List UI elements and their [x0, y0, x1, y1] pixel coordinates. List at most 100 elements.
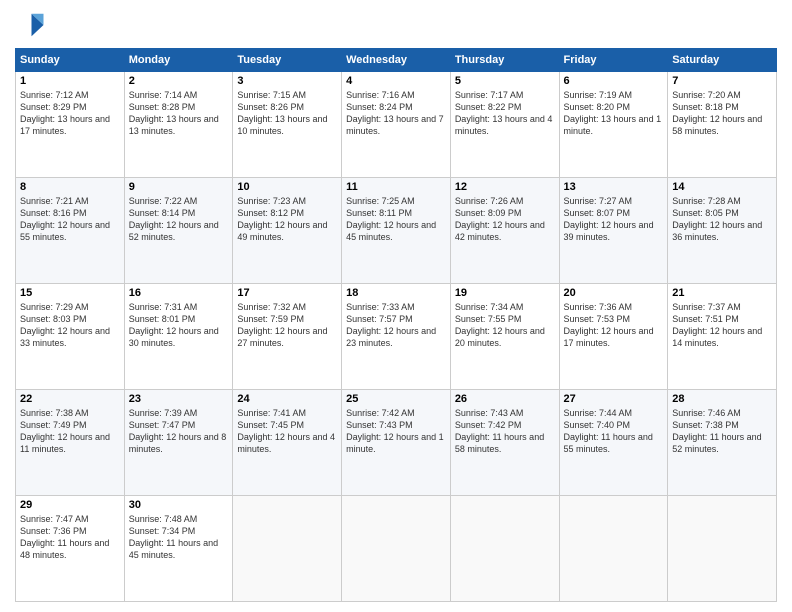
day-number: 3 [237, 75, 337, 87]
day-info: Sunrise: 7:39 AMSunset: 7:47 PMDaylight:… [129, 407, 229, 456]
day-number: 8 [20, 181, 120, 193]
calendar-week-row: 8 Sunrise: 7:21 AMSunset: 8:16 PMDaylight… [16, 178, 777, 284]
day-info: Sunrise: 7:19 AMSunset: 8:20 PMDaylight:… [564, 89, 664, 138]
day-info: Sunrise: 7:46 AMSunset: 7:38 PMDaylight:… [672, 407, 772, 456]
calendar-day-cell: 4Sunrise: 7:16 AMSunset: 8:24 PMDaylight… [342, 72, 451, 178]
calendar-day-cell: 24 Sunrise: 7:41 AMSunset: 7:45 PMDayligh… [233, 390, 342, 496]
calendar-day-cell: 22 Sunrise: 7:38 AMSunset: 7:49 PMDayligh… [16, 390, 125, 496]
calendar-table: SundayMondayTuesdayWednesdayThursdayFrid… [15, 48, 777, 602]
day-header: Saturday [668, 49, 777, 72]
calendar-day-cell: 12 Sunrise: 7:26 AMSunset: 8:09 PMDayligh… [450, 178, 559, 284]
day-number: 6 [564, 75, 664, 87]
day-info: Sunrise: 7:32 AMSunset: 7:59 PMDaylight:… [237, 301, 337, 350]
calendar-day-cell [668, 496, 777, 602]
day-header: Thursday [450, 49, 559, 72]
calendar-day-cell: 11Sunrise: 7:25 AMSunset: 8:11 PMDayligh… [342, 178, 451, 284]
day-number: 19 [455, 287, 555, 299]
day-info: Sunrise: 7:26 AMSunset: 8:09 PMDaylight:… [455, 195, 555, 244]
calendar-day-cell: 1 Sunrise: 7:12 AMSunset: 8:29 PMDaylight… [16, 72, 125, 178]
day-number: 30 [129, 499, 229, 511]
calendar-day-cell: 30 Sunrise: 7:48 AMSunset: 7:34 PMDayligh… [124, 496, 233, 602]
calendar-week-row: 22 Sunrise: 7:38 AMSunset: 7:49 PMDayligh… [16, 390, 777, 496]
calendar-day-cell: 27Sunrise: 7:44 AMSunset: 7:40 PMDayligh… [559, 390, 668, 496]
calendar-day-cell: 17 Sunrise: 7:32 AMSunset: 7:59 PMDayligh… [233, 284, 342, 390]
day-header: Monday [124, 49, 233, 72]
day-info: Sunrise: 7:25 AMSunset: 8:11 PMDaylight:… [346, 195, 446, 244]
day-number: 29 [20, 499, 120, 511]
day-info: Sunrise: 7:42 AMSunset: 7:43 PMDaylight:… [346, 407, 446, 456]
day-info: Sunrise: 7:23 AMSunset: 8:12 PMDaylight:… [237, 195, 337, 244]
day-info: Sunrise: 7:22 AMSunset: 8:14 PMDaylight:… [129, 195, 229, 244]
day-number: 5 [455, 75, 555, 87]
calendar-header-row: SundayMondayTuesdayWednesdayThursdayFrid… [16, 49, 777, 72]
calendar-day-cell: 28 Sunrise: 7:46 AMSunset: 7:38 PMDayligh… [668, 390, 777, 496]
day-info: Sunrise: 7:36 AMSunset: 7:53 PMDaylight:… [564, 301, 664, 350]
day-header: Tuesday [233, 49, 342, 72]
calendar-day-cell: 18 Sunrise: 7:33 AMSunset: 7:57 PMDayligh… [342, 284, 451, 390]
day-info: Sunrise: 7:43 AMSunset: 7:42 PMDaylight:… [455, 407, 555, 456]
day-info: Sunrise: 7:12 AMSunset: 8:29 PMDaylight:… [20, 89, 120, 138]
day-number: 17 [237, 287, 337, 299]
calendar-day-cell [342, 496, 451, 602]
calendar-day-cell: 29 Sunrise: 7:47 AMSunset: 7:36 PMDayligh… [16, 496, 125, 602]
day-number: 2 [129, 75, 229, 87]
calendar-day-cell [450, 496, 559, 602]
calendar-day-cell: 21 Sunrise: 7:37 AMSunset: 7:51 PMDayligh… [668, 284, 777, 390]
day-number: 23 [129, 393, 229, 405]
day-info: Sunrise: 7:17 AMSunset: 8:22 PMDaylight:… [455, 89, 555, 138]
day-info: Sunrise: 7:38 AMSunset: 7:49 PMDaylight:… [20, 407, 120, 456]
calendar-day-cell: 8 Sunrise: 7:21 AMSunset: 8:16 PMDaylight… [16, 178, 125, 284]
day-number: 24 [237, 393, 337, 405]
day-number: 12 [455, 181, 555, 193]
calendar-day-cell: 20 Sunrise: 7:36 AMSunset: 7:53 PMDayligh… [559, 284, 668, 390]
day-info: Sunrise: 7:34 AMSunset: 7:55 PMDaylight:… [455, 301, 555, 350]
day-info: Sunrise: 7:29 AMSunset: 8:03 PMDaylight:… [20, 301, 120, 350]
calendar-day-cell: 5 Sunrise: 7:17 AMSunset: 8:22 PMDaylight… [450, 72, 559, 178]
logo-icon [15, 10, 45, 40]
calendar-day-cell: 13Sunrise: 7:27 AMSunset: 8:07 PMDayligh… [559, 178, 668, 284]
day-number: 28 [672, 393, 772, 405]
day-info: Sunrise: 7:15 AMSunset: 8:26 PMDaylight:… [237, 89, 337, 138]
calendar-day-cell [233, 496, 342, 602]
day-number: 16 [129, 287, 229, 299]
calendar-week-row: 15Sunrise: 7:29 AMSunset: 8:03 PMDayligh… [16, 284, 777, 390]
day-info: Sunrise: 7:33 AMSunset: 7:57 PMDaylight:… [346, 301, 446, 350]
day-number: 21 [672, 287, 772, 299]
calendar-day-cell [559, 496, 668, 602]
calendar-day-cell: 25 Sunrise: 7:42 AMSunset: 7:43 PMDayligh… [342, 390, 451, 496]
day-info: Sunrise: 7:44 AMSunset: 7:40 PMDaylight:… [564, 407, 664, 456]
day-header: Wednesday [342, 49, 451, 72]
day-number: 9 [129, 181, 229, 193]
calendar-day-cell: 6 Sunrise: 7:19 AMSunset: 8:20 PMDaylight… [559, 72, 668, 178]
page: SundayMondayTuesdayWednesdayThursdayFrid… [0, 0, 792, 612]
header [15, 10, 777, 40]
day-number: 18 [346, 287, 446, 299]
day-number: 20 [564, 287, 664, 299]
calendar-day-cell: 16Sunrise: 7:31 AMSunset: 8:01 PMDayligh… [124, 284, 233, 390]
calendar-day-cell: 26 Sunrise: 7:43 AMSunset: 7:42 PMDayligh… [450, 390, 559, 496]
calendar-week-row: 29 Sunrise: 7:47 AMSunset: 7:36 PMDayligh… [16, 496, 777, 602]
day-number: 1 [20, 75, 120, 87]
day-info: Sunrise: 7:14 AMSunset: 8:28 PMDaylight:… [129, 89, 229, 138]
day-number: 25 [346, 393, 446, 405]
day-number: 22 [20, 393, 120, 405]
day-info: Sunrise: 7:21 AMSunset: 8:16 PMDaylight:… [20, 195, 120, 244]
day-number: 7 [672, 75, 772, 87]
calendar-day-cell: 19 Sunrise: 7:34 AMSunset: 7:55 PMDayligh… [450, 284, 559, 390]
day-info: Sunrise: 7:37 AMSunset: 7:51 PMDaylight:… [672, 301, 772, 350]
day-info: Sunrise: 7:41 AMSunset: 7:45 PMDaylight:… [237, 407, 337, 456]
day-info: Sunrise: 7:20 AMSunset: 8:18 PMDaylight:… [672, 89, 772, 138]
day-number: 10 [237, 181, 337, 193]
day-header: Sunday [16, 49, 125, 72]
calendar-day-cell: 14 Sunrise: 7:28 AMSunset: 8:05 PMDayligh… [668, 178, 777, 284]
day-info: Sunrise: 7:28 AMSunset: 8:05 PMDaylight:… [672, 195, 772, 244]
calendar-day-cell: 3 Sunrise: 7:15 AMSunset: 8:26 PMDaylight… [233, 72, 342, 178]
day-number: 13 [564, 181, 664, 193]
day-info: Sunrise: 7:48 AMSunset: 7:34 PMDaylight:… [129, 513, 229, 562]
calendar-day-cell: 7 Sunrise: 7:20 AMSunset: 8:18 PMDaylight… [668, 72, 777, 178]
day-info: Sunrise: 7:47 AMSunset: 7:36 PMDaylight:… [20, 513, 120, 562]
day-number: 26 [455, 393, 555, 405]
calendar-day-cell: 9 Sunrise: 7:22 AMSunset: 8:14 PMDaylight… [124, 178, 233, 284]
day-number: 14 [672, 181, 772, 193]
calendar-body: 1 Sunrise: 7:12 AMSunset: 8:29 PMDaylight… [16, 72, 777, 602]
